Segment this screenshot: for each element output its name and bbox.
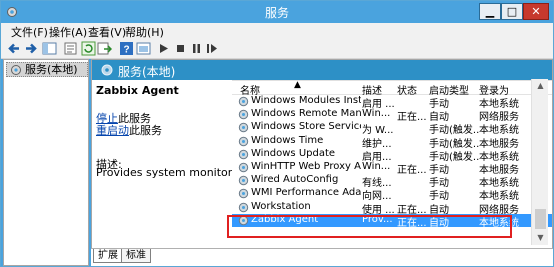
tree-pane: 服务(本地): [3, 59, 89, 266]
panel-header: 服务(本地): [92, 60, 552, 80]
service-gear-icon: [238, 136, 249, 146]
table-row[interactable]: Zabbix Agent Prov... 正在... 自动 本地系统: [232, 213, 552, 229]
service-name-cell: WMI Performance Adapt...: [251, 187, 361, 199]
service-gear-icon: [238, 162, 249, 173]
service-name-cell: Windows Remote Manag...: [251, 108, 361, 120]
stop-icon[interactable]: [173, 41, 188, 56]
tab-standard[interactable]: 标准: [121, 249, 151, 263]
menu-bar: 文件(F) 操作(A) 查看(V) 帮助(H): [1, 23, 553, 39]
show-tree-icon[interactable]: [42, 41, 57, 56]
service-name-cell: Windows Modules Install...: [251, 95, 361, 106]
column-header-row: 名称 ▲ 描述 状态 启动类型 登录为: [232, 80, 552, 97]
services-panel: 服务(本地) Zabbix Agent 停止此服务 重启动此服务 描述: Pro…: [91, 59, 553, 266]
tree-item-label: 服务(本地): [25, 63, 78, 76]
table-row[interactable]: Wired AutoConfig 有线... 手动 本地系统: [232, 174, 552, 189]
service-desc-cell: Win...: [362, 108, 391, 120]
back-arrow-icon[interactable]: [7, 41, 22, 56]
table-row[interactable]: Windows Update 启用... 手动(触发... 本地系统: [232, 147, 552, 163]
table-row[interactable]: Windows Modules Install...启用 ...手动本地系统: [232, 95, 552, 110]
services-list: 名称 ▲ 描述 状态 启动类型 登录为 Windows Modules Inst…: [232, 80, 552, 246]
pause-icon[interactable]: [189, 41, 204, 56]
menu-action[interactable]: 操作(A): [49, 24, 87, 40]
window-title: 服务: [264, 6, 289, 20]
scroll-thumb[interactable]: [535, 209, 546, 229]
refresh-icon[interactable]: [81, 41, 96, 56]
gear-icon: [101, 64, 113, 76]
gear-icon: [11, 65, 21, 75]
service-desc-cell: Prov...: [362, 213, 393, 225]
service-gear-icon: [238, 149, 249, 159]
service-name-cell: Windows Store Service (...: [251, 121, 361, 133]
service-name-cell: Zabbix Agent: [251, 213, 319, 225]
toolbar: ?: [1, 39, 553, 59]
service-gear-icon: [238, 96, 249, 107]
properties-icon[interactable]: [63, 41, 78, 56]
service-name-cell: Wired AutoConfig: [251, 174, 339, 186]
service-name: Zabbix Agent: [96, 84, 179, 97]
service-name-cell: WinHTTP Web Proxy Aut...: [251, 161, 361, 172]
service-start-type-cell: 自动: [429, 217, 449, 229]
menu-file[interactable]: 文件(F): [11, 24, 48, 40]
sort-up-icon: ▲: [294, 80, 301, 90]
restart-service-line: 重启动此服务: [96, 122, 162, 138]
service-logon-cell: 本地系统: [479, 217, 519, 229]
table-row[interactable]: Windows Time 维护... 手动(触发... 本地服务: [232, 134, 552, 150]
description-pane: Zabbix Agent 停止此服务 重启动此服务 描述: Provides s…: [92, 80, 249, 248]
close-button[interactable]: ✕: [523, 3, 549, 20]
help-icon[interactable]: ?: [119, 41, 134, 56]
service-desc-cell: Win...: [362, 161, 391, 172]
services-window: 服务 ▁ □ ✕ 文件(F) 操作(A) 查看(V) 帮助(H) ? 服务(本地…: [0, 0, 554, 267]
table-row[interactable]: Windows Remote Manag...Win...正在...自动网络服务: [232, 108, 552, 123]
tab-extended[interactable]: 扩展: [93, 249, 123, 263]
vertical-scrollbar[interactable]: ▲ ▼: [531, 79, 548, 245]
service-gear-icon: [238, 215, 249, 225]
console-icon[interactable]: [136, 41, 151, 56]
service-gear-icon: [238, 109, 249, 120]
service-status-cell: 正在...: [397, 217, 427, 229]
service-name-cell: Workstation: [251, 200, 311, 212]
menu-help[interactable]: 帮助(H): [125, 24, 164, 40]
table-row[interactable]: Windows Store Service (...为 W...手动(触发...…: [232, 121, 552, 136]
export-icon[interactable]: [97, 41, 112, 56]
scroll-down-icon[interactable]: ▼: [532, 231, 549, 245]
maximize-button[interactable]: □: [501, 3, 523, 20]
scroll-up-icon[interactable]: ▲: [532, 79, 549, 93]
service-gear-icon: [238, 189, 249, 199]
title-bar: 服务 ▁ □ ✕: [1, 1, 553, 23]
service-gear-icon: [238, 175, 249, 186]
table-row[interactable]: WMI Performance Adapt...向网...手动本地系统: [232, 187, 552, 202]
restart-link[interactable]: 重启动: [96, 124, 129, 137]
minimize-button[interactable]: ▁: [479, 3, 501, 20]
menu-view[interactable]: 查看(V): [88, 24, 126, 40]
service-name-cell: Windows Update: [251, 147, 336, 159]
description-text: Provides system monitoring: [96, 166, 250, 179]
play-icon[interactable]: [156, 41, 171, 56]
table-row[interactable]: WinHTTP Web Proxy Aut...Win...正在...手动本地服…: [232, 161, 552, 176]
resume-icon[interactable]: [204, 41, 219, 56]
restart-suffix: 此服务: [129, 124, 162, 137]
svg-text:?: ?: [123, 45, 129, 56]
service-gear-icon: [238, 202, 249, 212]
table-row[interactable]: Workstation 使用 ... 正在... 自动 网络服务: [232, 200, 552, 216]
panel-title: 服务(本地): [118, 65, 176, 79]
service-name-cell: Windows Time: [251, 134, 324, 146]
view-tabs: 扩展 标准: [91, 248, 553, 266]
service-gear-icon: [238, 123, 249, 133]
forward-arrow-icon[interactable]: [23, 41, 38, 56]
tree-item-services-local[interactable]: 服务(本地): [6, 62, 88, 77]
